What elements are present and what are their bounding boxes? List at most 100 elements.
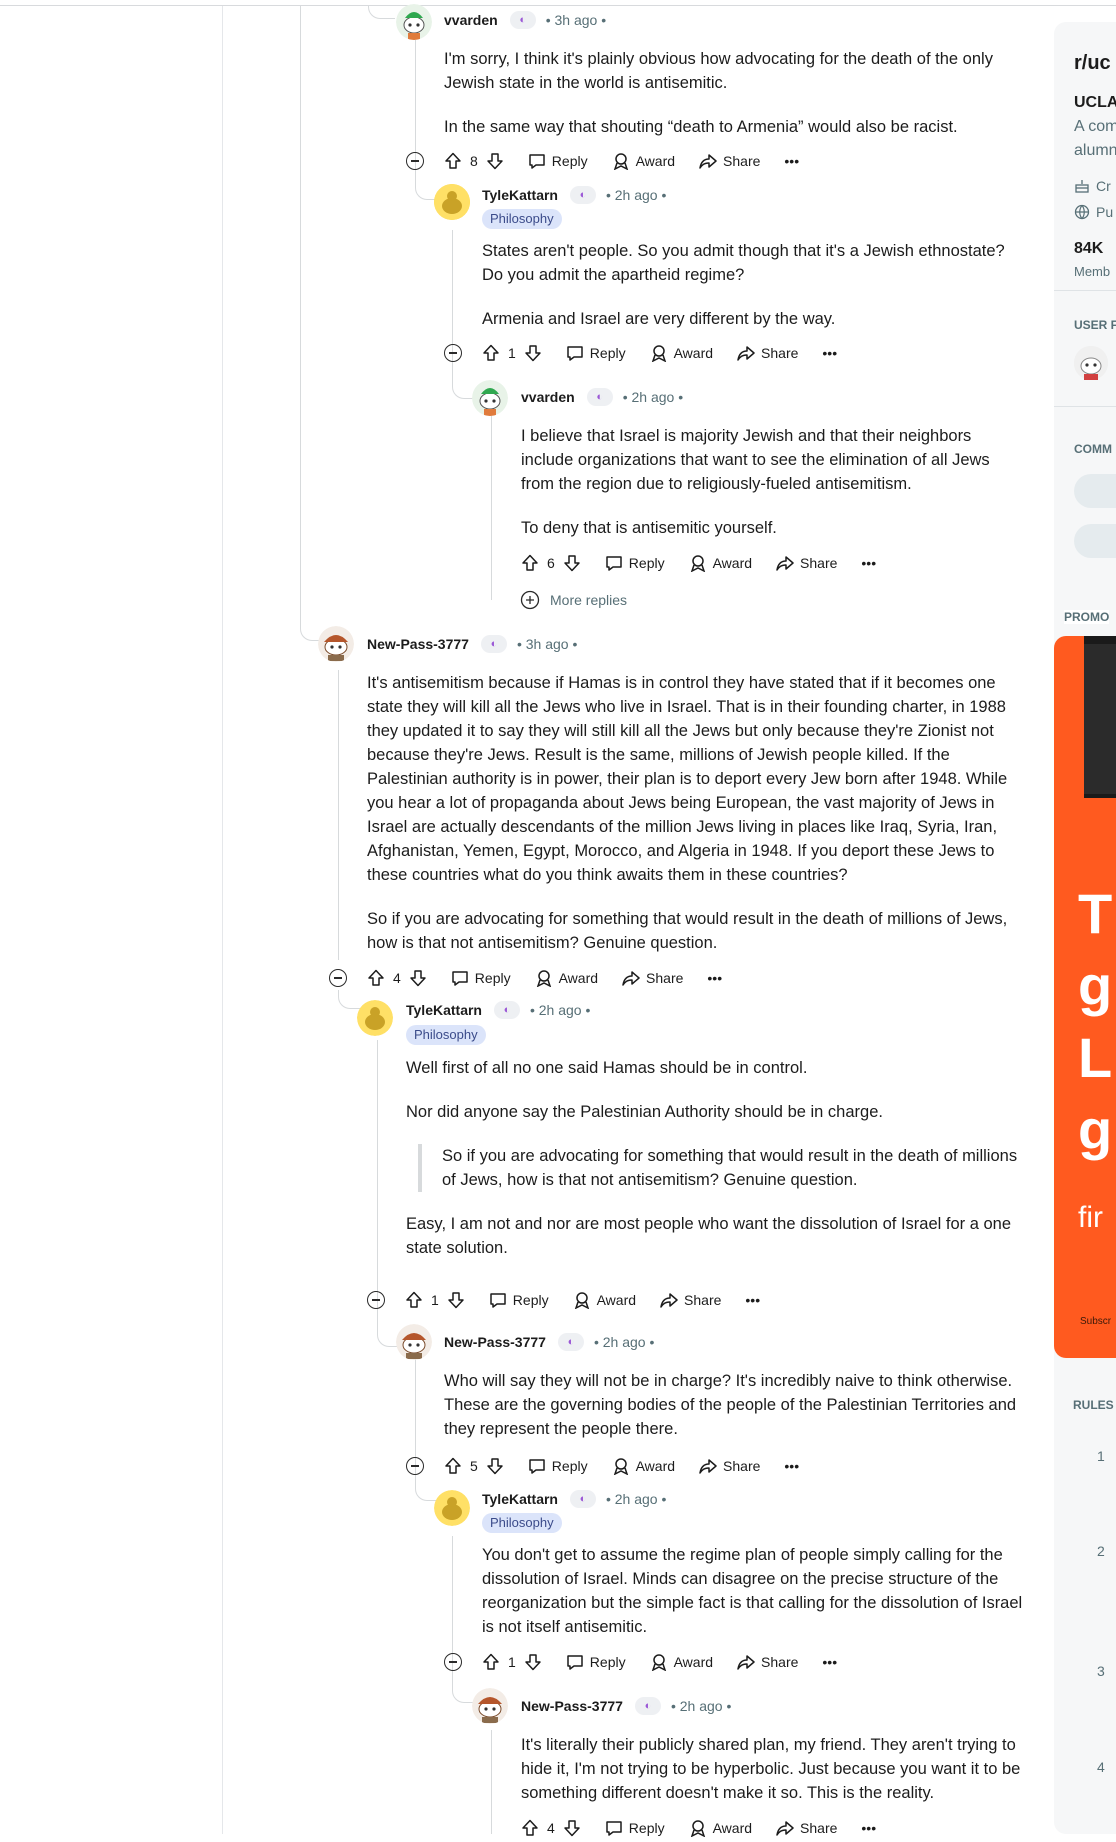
rule-number[interactable]: 2 [1097, 1543, 1105, 1559]
award-button[interactable]: Award [689, 1819, 752, 1837]
comment-actions: 4 Reply Award Share ••• [329, 964, 746, 992]
user-avatar[interactable] [1074, 346, 1108, 380]
reply-button[interactable]: Reply [566, 344, 626, 362]
more-options-button[interactable]: ••• [707, 970, 722, 986]
avatar[interactable] [396, 4, 432, 40]
award-button[interactable]: Award [612, 1457, 675, 1475]
reply-button[interactable]: Reply [528, 1457, 588, 1475]
more-options-button[interactable]: ••• [745, 1292, 760, 1308]
vote-count: 1 [508, 1654, 516, 1670]
comment-author[interactable]: New-Pass-3777 [367, 636, 469, 652]
bookmark-button[interactable] [1074, 524, 1116, 558]
share-button[interactable]: Share [622, 969, 683, 987]
comment-meta: TyleKattarn ◐ • 2h ago • [406, 999, 590, 1021]
rule-number[interactable]: 4 [1097, 1759, 1105, 1775]
share-button[interactable]: Share [660, 1291, 721, 1309]
downvote-icon[interactable] [486, 1457, 504, 1475]
collapse-icon[interactable] [444, 344, 462, 362]
more-replies-button[interactable]: More replies [520, 590, 627, 610]
upvote-icon[interactable] [521, 554, 539, 572]
collapse-icon[interactable] [329, 969, 347, 987]
comment-author[interactable]: TyleKattarn [482, 1491, 558, 1507]
comment-author[interactable]: vvarden [444, 12, 498, 28]
comment-author[interactable]: New-Pass-3777 [444, 1334, 546, 1350]
collapse-icon[interactable] [406, 1457, 424, 1475]
avatar[interactable] [318, 626, 354, 662]
promoted-ad[interactable]: T g Li g fir Subscr [1054, 636, 1116, 1358]
downvote-icon[interactable] [563, 1819, 581, 1837]
more-options-button[interactable]: ••• [861, 555, 876, 571]
comment-author[interactable]: TyleKattarn [406, 1002, 482, 1018]
downvote-icon[interactable] [524, 344, 542, 362]
share-button[interactable]: Share [776, 1819, 837, 1837]
share-icon [737, 346, 755, 361]
comment-author[interactable]: New-Pass-3777 [521, 1698, 623, 1714]
rule-number[interactable]: 1 [1097, 1448, 1105, 1464]
share-button[interactable]: Share [699, 1457, 760, 1475]
vote-control: 5 [444, 1457, 504, 1475]
award-icon [651, 345, 666, 362]
bookmark-button[interactable] [1074, 474, 1116, 508]
default-avatar-icon [434, 1490, 470, 1526]
more-options-button[interactable]: ••• [822, 345, 837, 361]
share-button[interactable]: Share [699, 152, 760, 170]
award-button[interactable]: Award [650, 344, 713, 362]
avatar[interactable] [434, 184, 470, 220]
thread-line [491, 1730, 492, 1834]
downvote-icon[interactable] [563, 554, 581, 572]
avatar[interactable] [472, 380, 508, 416]
reply-button[interactable]: Reply [489, 1291, 549, 1309]
reply-button[interactable]: Reply [451, 969, 511, 987]
avatar[interactable] [357, 1000, 393, 1036]
collapse-icon[interactable] [367, 1291, 385, 1309]
upvote-icon[interactable] [482, 344, 500, 362]
upvote-icon[interactable] [482, 1653, 500, 1671]
comment-paragraph: In the same way that shouting “death to … [444, 118, 958, 136]
upvote-icon[interactable] [367, 969, 385, 987]
collapse-icon[interactable] [444, 1653, 462, 1671]
comment-meta: TyleKattarn ◐ • 2h ago • [482, 184, 666, 206]
upvote-icon[interactable] [444, 152, 462, 170]
award-button[interactable]: Award [689, 554, 752, 572]
downvote-icon[interactable] [486, 152, 504, 170]
comment-time: • 2h ago • [605, 187, 667, 203]
award-button[interactable]: Award [650, 1653, 713, 1671]
reply-button[interactable]: Reply [605, 554, 665, 572]
community-name[interactable]: r/uc [1074, 52, 1111, 75]
blockquote: So if you are advocating for something t… [418, 1144, 1026, 1192]
community-description: A com [1074, 118, 1116, 135]
ad-subscribe-link[interactable]: Subscr [1080, 1316, 1111, 1327]
brain-badge-icon: ◐ [493, 1001, 520, 1019]
rule-number[interactable]: 3 [1097, 1663, 1105, 1679]
downvote-icon[interactable] [447, 1291, 465, 1309]
upvote-icon[interactable] [444, 1457, 462, 1475]
share-button[interactable]: Share [737, 344, 798, 362]
comment-paragraph: Nor did anyone say the Palestinian Autho… [406, 1103, 883, 1121]
upvote-icon[interactable] [405, 1291, 423, 1309]
comment-bubble-icon [567, 1655, 583, 1670]
downvote-icon[interactable] [524, 1653, 542, 1671]
downvote-icon[interactable] [409, 969, 427, 987]
share-button[interactable]: Share [737, 1653, 798, 1671]
comment-author[interactable]: TyleKattarn [482, 187, 558, 203]
thread-line [300, 6, 301, 622]
reply-button[interactable]: Reply [528, 152, 588, 170]
avatar[interactable] [396, 1324, 432, 1360]
avatar[interactable] [434, 1490, 470, 1526]
comment-author[interactable]: vvarden [521, 389, 575, 405]
reply-button[interactable]: Reply [566, 1653, 626, 1671]
reply-button[interactable]: Reply [605, 1819, 665, 1837]
comment-bubble-icon [567, 346, 583, 361]
award-button[interactable]: Award [573, 1291, 636, 1309]
plus-circle-icon [520, 590, 540, 610]
more-options-button[interactable]: ••• [822, 1654, 837, 1670]
collapse-icon[interactable] [406, 152, 424, 170]
more-options-button[interactable]: ••• [784, 1458, 799, 1474]
award-button[interactable]: Award [535, 969, 598, 987]
more-options-button[interactable]: ••• [784, 153, 799, 169]
avatar[interactable] [472, 1688, 508, 1724]
share-button[interactable]: Share [776, 554, 837, 572]
award-button[interactable]: Award [612, 152, 675, 170]
upvote-icon[interactable] [521, 1819, 539, 1837]
ad-headline-letter: g [1078, 954, 1113, 1017]
